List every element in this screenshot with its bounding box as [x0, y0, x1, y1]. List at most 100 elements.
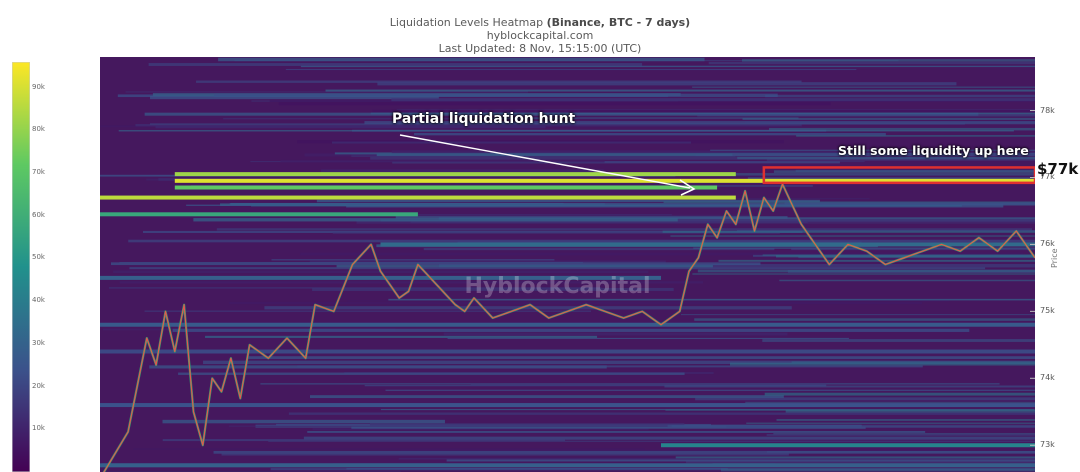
y-tick-label: 75k	[1040, 306, 1055, 316]
heatmap-texture-row	[767, 451, 1035, 453]
heatmap-texture-row	[779, 279, 1035, 282]
heatmap-texture-row	[692, 273, 1035, 275]
heatmap-texture-row	[221, 453, 789, 456]
heatmap-texture-row	[331, 141, 691, 144]
heatmap-texture-row	[280, 159, 605, 163]
heatmap-texture-row	[144, 310, 592, 312]
heatmap-texture-row	[205, 335, 598, 338]
price-callout-77k: $77k	[1037, 160, 1079, 178]
chart-title-bold: (Binance, BTC - 7 days)	[546, 16, 691, 29]
heatmap-texture-row	[692, 86, 1035, 88]
heatmap-texture-row	[746, 422, 1035, 424]
heatmap-texture-row	[695, 397, 1035, 401]
heatmap-texture-row	[773, 170, 1035, 173]
heatmap-texture-row	[675, 456, 1035, 459]
heatmap-texture-row	[391, 98, 1035, 102]
heatmap-texture-row	[251, 204, 962, 207]
heatmap-band	[661, 443, 1035, 448]
heatmap-texture-row	[694, 318, 1035, 321]
heatmap-texture-row	[745, 401, 1035, 403]
heatmap-texture-row	[765, 94, 1035, 98]
last-updated: Last Updated: 8 Nov, 15:15:00 (UTC)	[438, 42, 642, 55]
heatmap-texture-row	[665, 409, 1035, 411]
heatmap-texture-row	[264, 306, 792, 310]
heatmap-texture-row	[297, 365, 923, 368]
heatmap-texture-row	[193, 218, 678, 222]
heatmap-texture-row	[133, 448, 645, 450]
heatmap-texture-row	[443, 332, 788, 336]
heatmap-texture-row	[129, 267, 986, 270]
heatmap-band	[100, 349, 1035, 354]
heatmap-texture-row	[271, 259, 555, 261]
heatmap-texture-row	[726, 426, 1035, 428]
heatmap-texture-row	[791, 361, 1035, 363]
heatmap-texture-row	[248, 356, 1035, 359]
colorbar-tick-label: 90k	[32, 82, 45, 91]
heatmap-band	[174, 185, 718, 190]
heatmap-texture-row	[414, 133, 886, 136]
heatmap-texture-row	[162, 439, 566, 442]
colorbar-tick-label: 40k	[32, 296, 45, 305]
heatmap-texture-row	[680, 314, 1035, 316]
heatmap-texture-row	[172, 328, 970, 332]
annotation-still-some-liquidity: Still some liquidity up here	[838, 143, 1029, 158]
heatmap-texture-row	[125, 91, 529, 93]
heatmap-texture-row	[766, 159, 1035, 161]
heatmap-texture-row	[388, 298, 1035, 301]
heatmap-texture-row	[178, 372, 685, 375]
heatmap-texture-row	[708, 61, 1035, 65]
heatmap-texture-row	[796, 135, 1035, 137]
heatmap-texture-row	[784, 202, 1035, 205]
heatmap-texture-row	[307, 431, 926, 433]
chart-title-block: Liquidation Levels Heatmap (Binance, BTC…	[300, 16, 780, 55]
heatmap-band	[174, 172, 736, 177]
colorbar-tick-label: 60k	[32, 210, 45, 219]
annotation-partial-liquidation-hunt: Partial liquidation hunt	[392, 111, 576, 127]
heatmap-texture-row	[196, 80, 802, 83]
y-tick-label: 73k	[1040, 440, 1055, 450]
y-axis-label: Price	[1050, 248, 1059, 268]
colorbar-tick-label: 10k	[32, 424, 45, 433]
heatmap-texture-row	[664, 385, 1035, 388]
heatmap-texture-row	[278, 102, 831, 106]
heatmap-texture-row	[670, 235, 1035, 237]
heatmap-texture-row	[769, 127, 1035, 131]
y-tick-label: 74k	[1040, 373, 1055, 383]
heatmap-texture-row	[228, 425, 672, 427]
heatmap-band	[100, 322, 1035, 327]
heatmap-texture-row	[773, 433, 1035, 435]
colorbar-tick-label: 20k	[32, 381, 45, 390]
heatmap-texture-row	[229, 301, 923, 305]
heatmap-texture-row	[762, 339, 1035, 342]
colorbar	[12, 62, 30, 472]
heatmap-band	[100, 195, 736, 200]
heatmap-texture-row	[776, 419, 1035, 421]
heatmap-texture-row	[352, 129, 827, 132]
colorbar-tick-label: 70k	[32, 168, 45, 177]
heatmap-texture-row	[729, 362, 1035, 366]
heatmap-texture-row	[697, 114, 1035, 117]
heatmap-texture-row	[325, 89, 1035, 92]
heatmap-texture-row	[742, 117, 1035, 120]
heatmap-band	[100, 212, 418, 217]
heatmap-texture-row	[285, 69, 857, 71]
heatmap-texture-row	[288, 412, 1035, 415]
heatmap-texture-row	[400, 449, 951, 452]
heatmap-texture-row	[218, 57, 705, 62]
colorbar-tick-label: 50k	[32, 253, 45, 262]
heatmap-texture-row	[385, 389, 1035, 391]
heatmap-texture-row	[347, 300, 950, 302]
heatmap-texture-row	[110, 262, 761, 266]
y-tick-label: 78k	[1040, 105, 1055, 115]
chart-title-prefix: Liquidation Levels Heatmap	[389, 16, 547, 29]
heatmap-texture-row	[346, 468, 728, 470]
heatmap-texture-row	[369, 423, 685, 426]
heatmap-texture-row	[744, 121, 1035, 123]
heatmap-texture-row	[764, 392, 1035, 396]
colorbar-tick-label: 30k	[32, 338, 45, 347]
chart-source: hyblockcapital.com	[486, 29, 594, 42]
heatmap-texture-row	[128, 239, 1035, 243]
heatmap-texture-row	[336, 265, 713, 268]
heatmap-texture-row	[720, 468, 1035, 472]
heatmap-texture-row	[447, 337, 849, 339]
